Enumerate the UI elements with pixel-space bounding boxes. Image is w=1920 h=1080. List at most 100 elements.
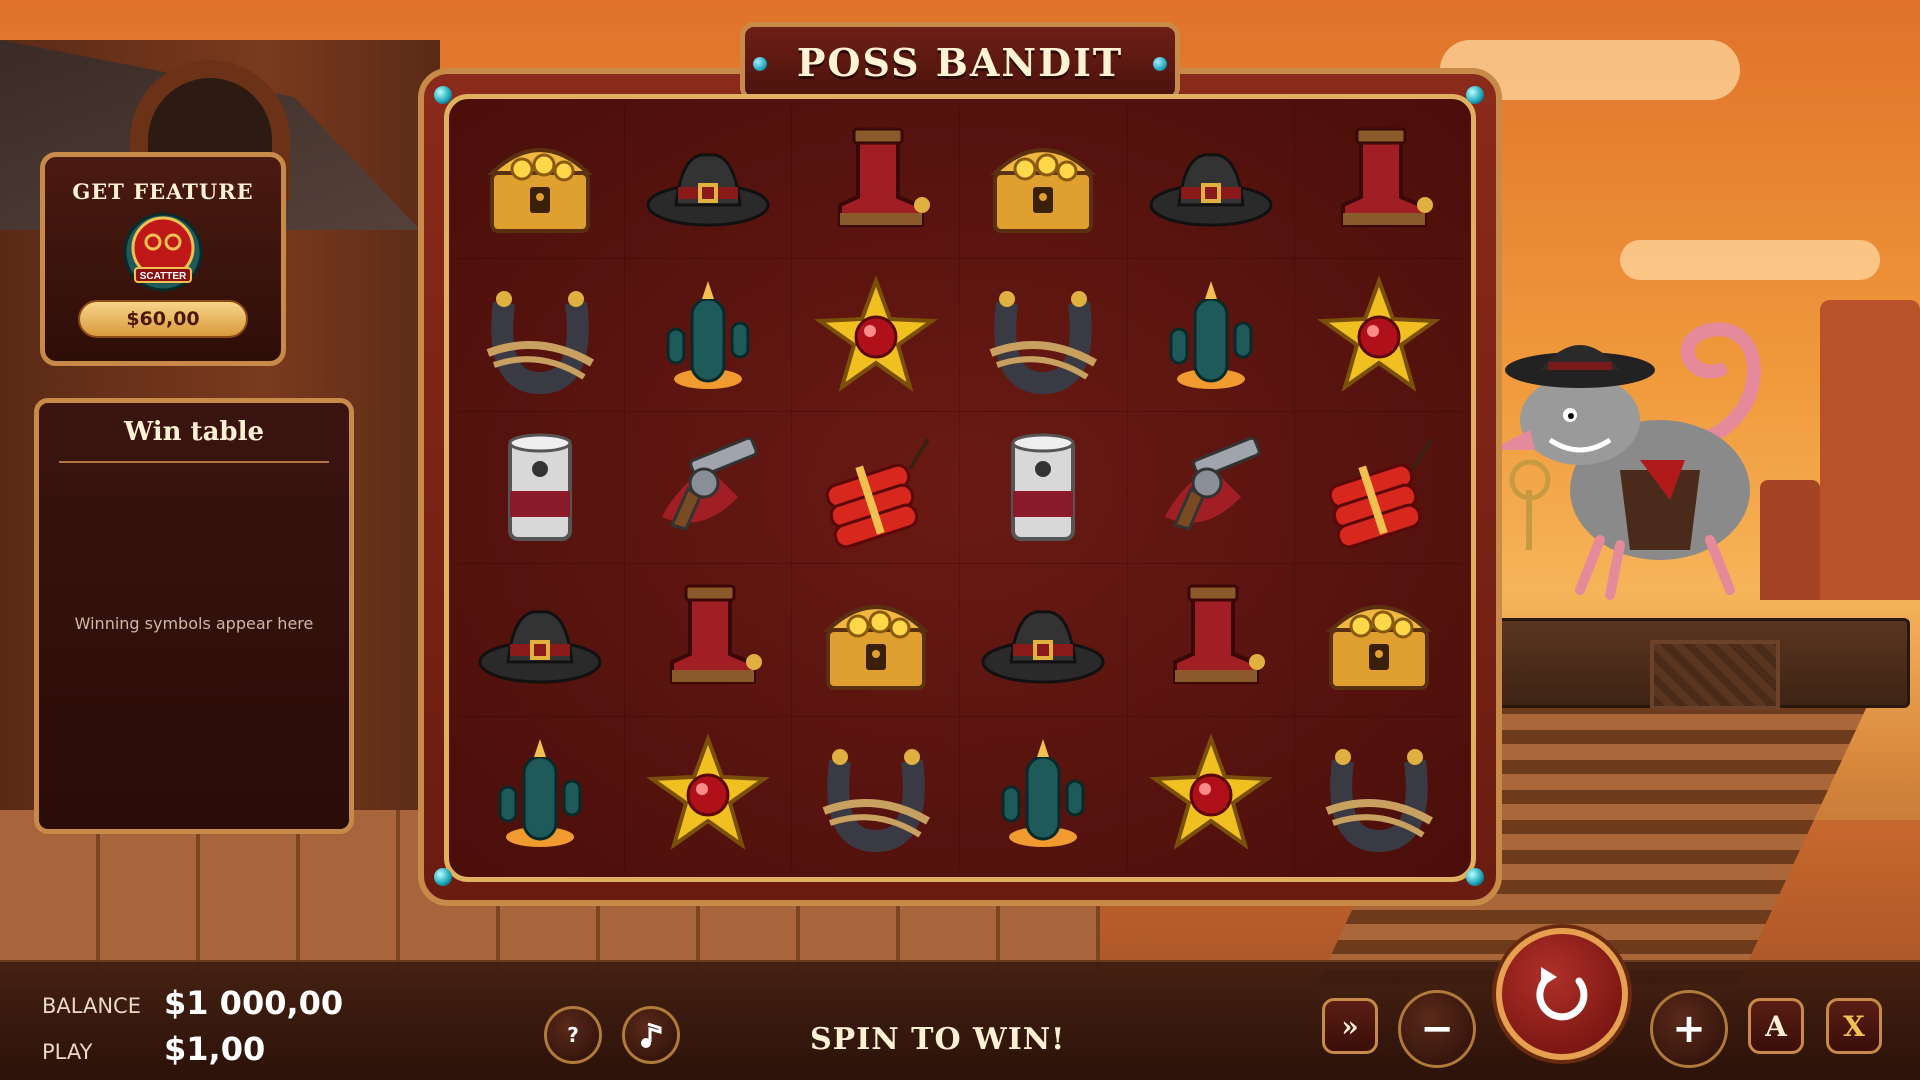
reel-cell — [960, 107, 1128, 260]
turbo-icon: » — [1341, 1009, 1359, 1043]
stud-icon — [1466, 868, 1484, 886]
horseshoe-icon — [810, 727, 942, 859]
star-icon — [817, 279, 934, 390]
reel-cell — [624, 411, 793, 565]
reel-cell — [1295, 564, 1463, 717]
chest-icon — [825, 604, 926, 690]
dynamite-icon — [822, 437, 930, 552]
cactus-icon — [1001, 737, 1085, 849]
reel-cell — [1127, 564, 1296, 717]
chest-icon — [993, 147, 1094, 233]
reel-cell — [1295, 107, 1463, 260]
reel-cell — [624, 259, 793, 412]
reel-cell — [457, 259, 625, 412]
reel-cell — [457, 716, 625, 869]
win-table-panel: Win table Winning symbols appear here — [34, 398, 354, 834]
crate-panel — [1650, 640, 1780, 710]
balance-label: BALANCE — [42, 994, 141, 1018]
cloud — [1620, 240, 1880, 280]
get-feature-panel: GET FEATURE SCATTER $60,00 — [40, 152, 286, 366]
minus-icon: − — [1420, 1006, 1454, 1052]
music-note-icon — [641, 1022, 662, 1048]
hat-icon — [1148, 152, 1273, 227]
horseshoe-icon — [977, 269, 1109, 401]
reel-cell — [792, 564, 960, 717]
reel-cell — [1127, 411, 1296, 565]
reel-cell — [457, 107, 625, 260]
help-button[interactable]: ? — [544, 1006, 602, 1064]
win-table-title: Win table — [123, 417, 265, 447]
reel-cell — [624, 564, 793, 717]
opossum-bandit-mascot — [1490, 322, 1761, 600]
decrease-bet-button[interactable]: − — [1398, 990, 1476, 1068]
boot-icon — [669, 583, 764, 684]
boot-icon — [1172, 583, 1267, 684]
reel-cell — [1295, 717, 1463, 869]
reel-cell — [960, 564, 1128, 717]
win-table-empty-message: Winning symbols appear here — [74, 614, 314, 633]
extra-label: X — [1843, 1009, 1865, 1043]
mesa — [1820, 300, 1920, 600]
turbo-button[interactable]: » — [1322, 998, 1378, 1054]
hat-icon — [478, 609, 603, 684]
balance-value: $1 000,00 — [164, 984, 344, 1022]
scatter-badge-text: SCATTER — [140, 271, 187, 282]
star-icon — [649, 736, 766, 847]
music-button[interactable] — [622, 1006, 680, 1064]
star-icon — [1321, 279, 1438, 390]
star-icon — [1152, 736, 1269, 847]
game-title: POSS BANDIT — [796, 39, 1124, 85]
revolver-icon — [1163, 435, 1262, 531]
stud-icon — [434, 868, 452, 886]
reel-cell — [1295, 412, 1463, 565]
game-title-plate: POSS BANDIT — [740, 22, 1180, 102]
scatter-icon[interactable]: SCATTER — [121, 210, 205, 294]
bottom-control-bar: BALANCE $1 000,00 PLAY $1,00 ? SPIN TO W… — [0, 960, 1920, 1080]
reel-grid — [444, 94, 1476, 882]
stud-icon — [1153, 57, 1167, 71]
revolver-icon — [660, 435, 759, 531]
boot-icon — [1341, 126, 1436, 227]
reel-cell — [1128, 716, 1296, 869]
reel-cell — [624, 107, 793, 260]
spin-button[interactable] — [1496, 928, 1628, 1060]
help-label: ? — [567, 1023, 579, 1047]
reel-cell — [960, 259, 1128, 412]
reel-cell — [960, 716, 1128, 869]
cactus-icon — [1169, 279, 1253, 391]
reel-cell — [1127, 259, 1296, 412]
reel-cell — [1295, 259, 1463, 412]
chest-icon — [1329, 604, 1430, 690]
spin-to-win-message: SPIN TO WIN! — [810, 1022, 1066, 1057]
cactus-icon — [666, 279, 750, 391]
boot-icon — [837, 126, 932, 227]
get-feature-title: GET FEATURE — [72, 179, 254, 204]
reel-cell — [1127, 107, 1296, 260]
chest-icon — [490, 147, 591, 233]
reel-cell — [457, 411, 625, 565]
stud-icon — [1466, 86, 1484, 104]
play-value: $1,00 — [164, 1030, 266, 1068]
extra-button[interactable]: X — [1826, 998, 1882, 1054]
reel-cell — [792, 259, 960, 412]
get-feature-price-button[interactable]: $60,00 — [78, 300, 248, 338]
reel-cell — [457, 564, 625, 717]
reel-cell — [625, 716, 793, 869]
stud-icon — [434, 86, 452, 104]
reel-cell — [960, 411, 1128, 565]
horseshoe-icon — [1313, 727, 1445, 859]
cactus-icon — [498, 737, 582, 849]
increase-bet-button[interactable]: + — [1650, 990, 1728, 1068]
can-icon — [508, 433, 573, 542]
dynamite-icon — [1325, 437, 1434, 552]
win-table-divider — [59, 461, 329, 463]
reel-cell — [792, 411, 960, 565]
spin-arrow-icon — [1536, 967, 1588, 1021]
autoplay-button[interactable]: A — [1748, 998, 1804, 1054]
hat-icon — [645, 152, 770, 227]
plus-icon: + — [1672, 1006, 1706, 1052]
play-label: PLAY — [42, 1040, 93, 1064]
reel-cell — [792, 716, 960, 869]
stud-icon — [753, 57, 767, 71]
reel-cell — [792, 107, 960, 260]
